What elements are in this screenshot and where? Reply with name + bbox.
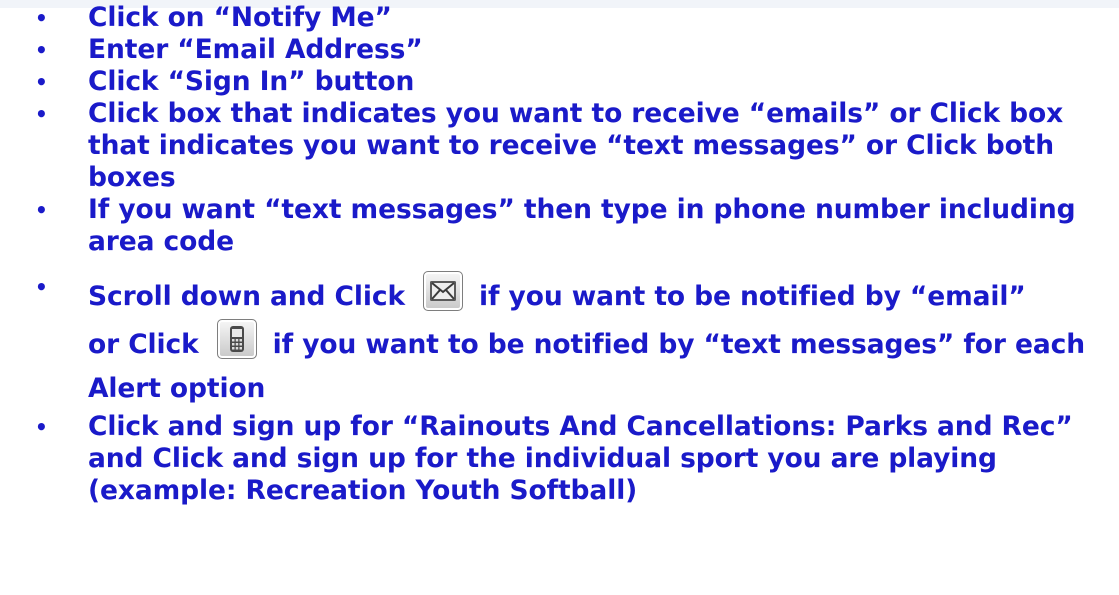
email-envelope-icon (423, 271, 464, 311)
instruction-list: • Click on “Notify Me” • Enter “Email Ad… (0, 2, 1119, 507)
list-item: • Click on “Notify Me” (0, 2, 1119, 34)
step-text: Click box that indicates you want to rec… (88, 98, 1064, 193)
step-text: Scroll down and Click (88, 281, 406, 312)
step-text: if you want to be notified by “email” (479, 281, 1026, 312)
step-text: or Click (88, 329, 199, 360)
bullet: • (35, 102, 48, 126)
bullet: • (35, 198, 48, 222)
step-text: Click “Sign In” button (88, 66, 415, 97)
step-text: Click on “Notify Me” (88, 2, 392, 33)
bullet: • (35, 275, 48, 299)
step-text: Enter “Email Address” (88, 34, 423, 65)
bullet: • (35, 415, 48, 439)
list-item: • Click “Sign In” button (0, 66, 1119, 98)
bullet: • (35, 6, 48, 30)
list-item: • Click box that indicates you want to r… (0, 98, 1119, 194)
list-item: • If you want “text messages” then type … (0, 194, 1119, 258)
list-item: • Click and sign up for “Rainouts And Ca… (0, 411, 1119, 507)
bullet: • (35, 38, 48, 62)
bullet: • (35, 70, 48, 94)
list-item: • Enter “Email Address” (0, 34, 1119, 66)
mobile-phone-icon (216, 319, 257, 359)
step-text: Click and sign up for “Rainouts And Canc… (88, 411, 1073, 506)
step-text: If you want “text messages” then type in… (88, 194, 1076, 257)
list-item: • Scroll down and Click if you want to b… (0, 271, 1119, 411)
